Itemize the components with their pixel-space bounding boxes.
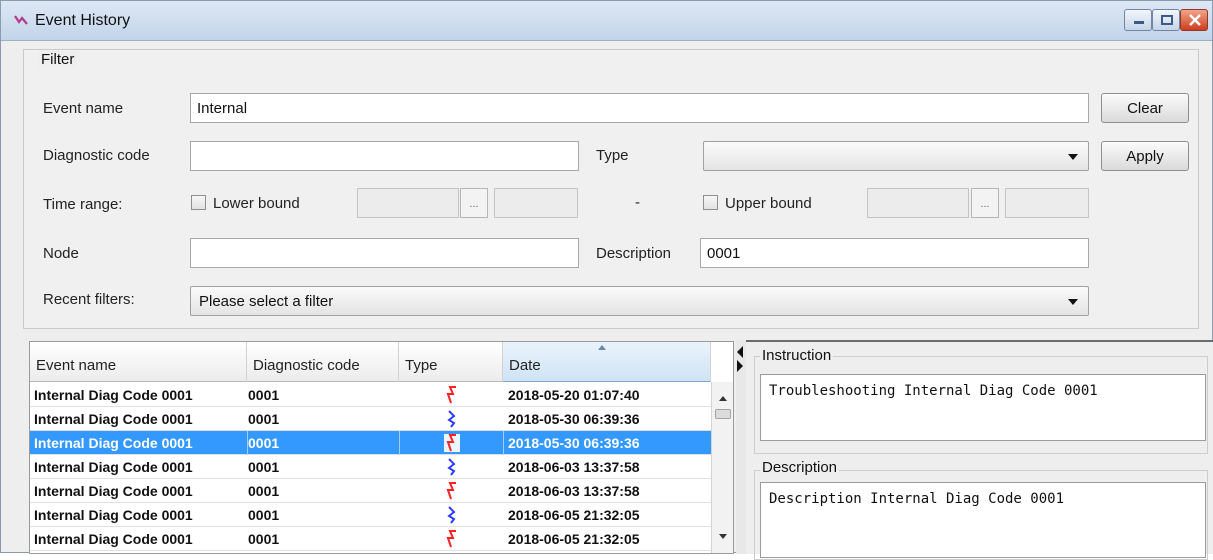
- event-name-cell: Internal Diag Code 0001: [34, 387, 193, 403]
- chevron-down-icon: [1068, 299, 1078, 305]
- event-raised-icon: [400, 529, 503, 552]
- upper-bound-date-input[interactable]: [867, 188, 969, 218]
- type-label: Type: [596, 147, 629, 164]
- maximize-icon: [1161, 15, 1173, 25]
- clear-button[interactable]: Clear: [1101, 93, 1189, 123]
- event-name-cell: Internal Diag Code 0001: [34, 483, 193, 499]
- recent-filters-label: Recent filters:: [43, 291, 135, 308]
- event-name-cell: Internal Diag Code 0001: [34, 507, 193, 523]
- time-range-label: Time range:: [43, 196, 123, 213]
- diagnostic-code-cell: 0001: [248, 435, 280, 451]
- node-input[interactable]: [190, 238, 579, 268]
- column-header-diagnostic-code[interactable]: Diagnostic code: [247, 342, 399, 382]
- column-header-date-label: Date: [509, 357, 541, 374]
- event-name-input[interactable]: Internal: [190, 93, 1089, 123]
- column-separator: [247, 431, 248, 455]
- lower-bound-label: Lower bound: [213, 195, 300, 212]
- event-name-cell: Internal Diag Code 0001: [34, 435, 193, 451]
- diagnostic-code-input[interactable]: [190, 141, 579, 171]
- recent-filters-value: Please select a filter: [199, 293, 334, 310]
- apply-button[interactable]: Apply: [1101, 141, 1189, 171]
- table-row[interactable]: Internal Diag Code 0001 0001 2018-06-03 13…: [30, 479, 711, 503]
- diagnostic-code-cell: 0001: [248, 531, 280, 547]
- upper-bound-time-input[interactable]: [1005, 188, 1089, 218]
- title-bar: Event History: [1, 1, 1212, 41]
- upper-bound-picker-button[interactable]: ...: [971, 188, 999, 218]
- instruction-text[interactable]: Troubleshooting Internal Diag Code 0001: [760, 374, 1206, 441]
- detail-pane: Instruction Troubleshooting Internal Dia…: [746, 340, 1213, 560]
- diagnostic-code-cell: 0001: [248, 507, 280, 523]
- diagnostic-code-label: Diagnostic code: [43, 147, 150, 164]
- minimize-button[interactable]: [1124, 9, 1152, 31]
- event-name-label: Event name: [43, 100, 124, 117]
- recent-filters-select[interactable]: Please select a filter: [190, 286, 1089, 316]
- description-filter-input[interactable]: 0001: [700, 238, 1089, 268]
- event-name-cell: Internal Diag Code 0001: [34, 459, 193, 475]
- maximize-button[interactable]: [1152, 9, 1180, 31]
- date-cell: 2018-06-05 21:32:05: [508, 531, 640, 547]
- event-raised-icon: [400, 433, 503, 456]
- event-cleared-icon: [400, 505, 503, 528]
- lower-bound-checkbox[interactable]: [191, 195, 206, 210]
- instruction-label: Instruction: [760, 347, 834, 364]
- date-cell: 2018-06-05 21:32:05: [508, 507, 640, 523]
- chevron-down-icon: [1068, 154, 1078, 160]
- table-row[interactable]: Internal Diag Code 0001 0001 2018-05-30 06…: [30, 431, 711, 455]
- table-row[interactable]: Internal Diag Code 0001 0001 2018-06-03 13…: [30, 455, 711, 479]
- lower-bound-date-input[interactable]: [357, 188, 459, 218]
- lower-bound-time-input[interactable]: [494, 188, 578, 218]
- description-text[interactable]: Description Internal Diag Code 0001: [760, 482, 1206, 558]
- scroll-up-icon[interactable]: [719, 396, 727, 401]
- description-filter-label: Description: [596, 245, 672, 262]
- table-row[interactable]: Internal Diag Code 0001 0001 2018-06-05 21…: [30, 503, 711, 527]
- range-separator: -: [635, 194, 640, 211]
- column-separator: [399, 431, 400, 455]
- filter-group-label: Filter: [38, 51, 78, 68]
- date-cell: 2018-05-20 01:07:40: [508, 387, 640, 403]
- node-label: Node: [43, 245, 79, 262]
- event-name-cell: Internal Diag Code 0001: [34, 531, 193, 547]
- date-cell: 2018-05-30 06:39:36: [508, 435, 640, 451]
- column-header-date[interactable]: Date: [503, 342, 711, 382]
- date-cell: 2018-06-03 13:37:58: [508, 459, 640, 475]
- diagnostic-code-cell: 0001: [248, 411, 280, 427]
- type-select[interactable]: [703, 141, 1089, 171]
- diagnostic-code-cell: 0001: [248, 387, 280, 403]
- window-title: Event History: [35, 12, 131, 29]
- upper-bound-checkbox[interactable]: [703, 195, 718, 210]
- collapse-right-icon[interactable]: [737, 360, 743, 372]
- close-button[interactable]: [1180, 9, 1208, 31]
- table-row[interactable]: Internal Diag Code 0001 0001 2018-06-05 21…: [30, 527, 711, 551]
- minimize-icon: [1134, 21, 1144, 24]
- close-icon: [1189, 14, 1201, 26]
- event-cleared-icon: [400, 409, 503, 432]
- column-header-type[interactable]: Type: [399, 342, 503, 382]
- table-header: Event name Diagnostic code Type Date: [30, 342, 711, 382]
- diagnostic-code-cell: 0001: [248, 459, 280, 475]
- sort-ascending-icon: [598, 345, 606, 350]
- date-cell: 2018-05-30 06:39:36: [508, 411, 640, 427]
- description-label: Description: [760, 459, 840, 476]
- table-scrollbar[interactable]: [711, 382, 733, 553]
- event-name-cell: Internal Diag Code 0001: [34, 411, 193, 427]
- event-table: Event name Diagnostic code Type Date Int…: [29, 341, 734, 554]
- pane-splitter[interactable]: [736, 340, 746, 554]
- event-raised-icon: [400, 385, 503, 408]
- scroll-down-icon[interactable]: [719, 534, 727, 539]
- event-history-window: Event History Filter Event name Internal…: [0, 0, 1213, 560]
- lower-bound-picker-button[interactable]: ...: [460, 188, 488, 218]
- app-icon: [14, 15, 28, 25]
- event-cleared-icon: [400, 457, 503, 480]
- column-separator: [503, 431, 504, 455]
- table-row[interactable]: Internal Diag Code 0001 0001 2018-05-20 01…: [30, 383, 711, 407]
- upper-bound-label: Upper bound: [725, 195, 812, 212]
- scroll-thumb[interactable]: [715, 409, 731, 419]
- date-cell: 2018-06-03 13:37:58: [508, 483, 640, 499]
- event-raised-icon: [400, 481, 503, 504]
- column-header-event-name[interactable]: Event name: [30, 342, 247, 382]
- diagnostic-code-cell: 0001: [248, 483, 280, 499]
- collapse-left-icon[interactable]: [737, 346, 743, 358]
- table-row[interactable]: Internal Diag Code 0001 0001 2018-05-30 06…: [30, 407, 711, 431]
